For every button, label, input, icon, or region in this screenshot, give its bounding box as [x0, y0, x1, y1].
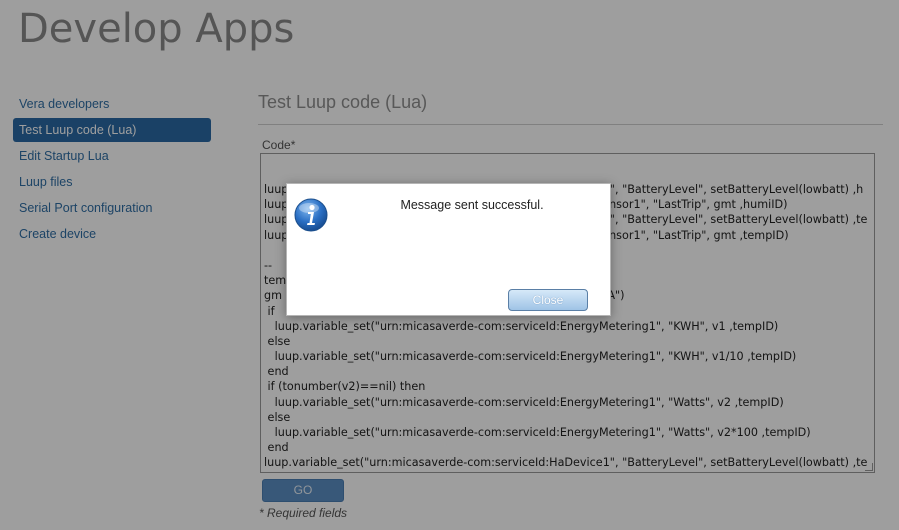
- info-icon: [294, 198, 328, 232]
- message-dialog: Message sent successful. Close: [286, 183, 611, 316]
- dialog-message: Message sent successful.: [400, 198, 544, 212]
- close-button[interactable]: Close: [508, 289, 588, 311]
